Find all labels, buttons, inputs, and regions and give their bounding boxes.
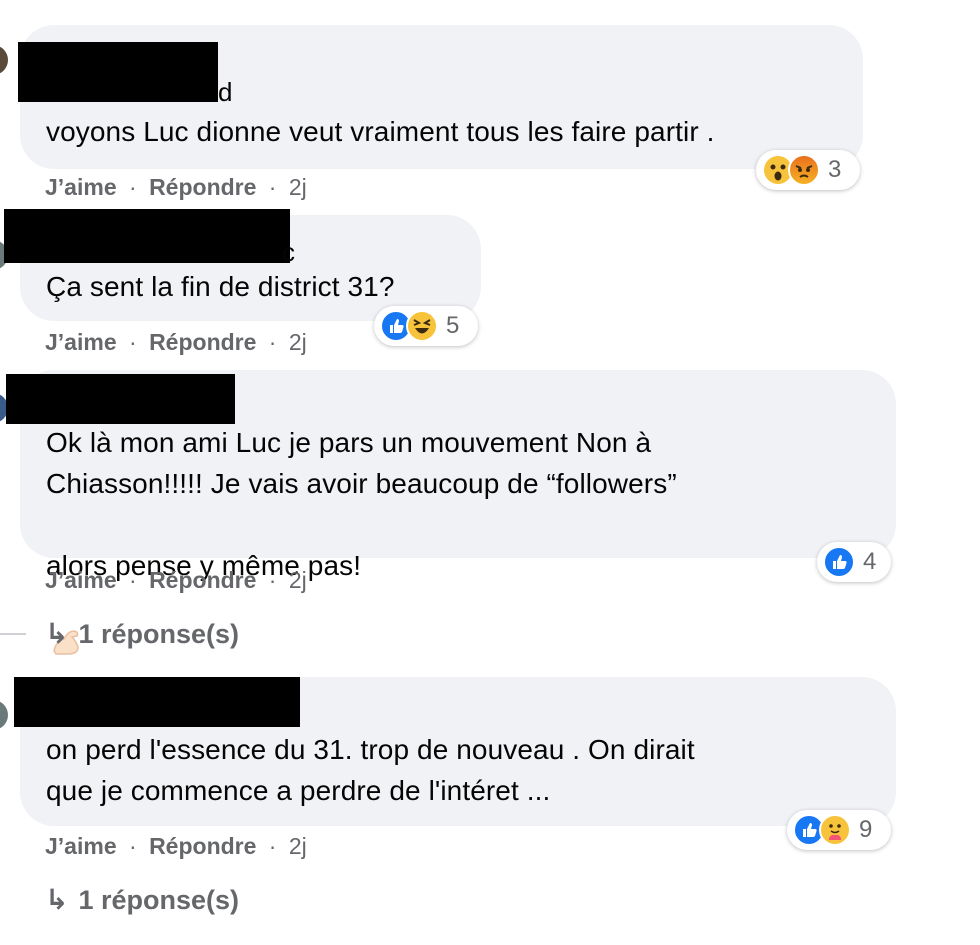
- replies-label: 1 réponse(s): [78, 619, 240, 649]
- reply-link[interactable]: Répondre: [149, 174, 256, 200]
- haha-reaction-icon: [406, 310, 438, 342]
- like-link[interactable]: J’aime: [45, 833, 117, 859]
- reply-link[interactable]: Répondre: [149, 833, 256, 859]
- comment-text-line-1: Ok là mon ami Luc je pars un mouvement N…: [46, 427, 652, 458]
- separator-dot: ·: [129, 567, 137, 593]
- reaction-count: 3: [828, 156, 842, 183]
- separator-dot: ·: [268, 567, 277, 593]
- redacted-author-name: [4, 209, 290, 263]
- reaction-summary[interactable]: 5: [374, 306, 478, 346]
- view-replies-link[interactable]: ↳ 1 réponse(s): [45, 883, 239, 916]
- comment-text: Ça sent la fin de district 31?: [46, 271, 395, 302]
- like-link[interactable]: J’aime: [45, 329, 117, 355]
- comment-actions: J’aime · Répondre · 2j: [45, 833, 307, 860]
- view-replies-link[interactable]: ↳ 1 réponse(s): [45, 617, 239, 650]
- author-name-fragment: c: [282, 237, 295, 267]
- separator-dot: ·: [129, 329, 137, 355]
- separator-dot: ·: [268, 833, 277, 859]
- care-reaction-icon: [819, 814, 851, 846]
- reaction-summary[interactable]: 3: [756, 150, 860, 190]
- timestamp-link[interactable]: 2j: [289, 833, 307, 859]
- author-name-fragment: d: [218, 77, 233, 107]
- reaction-summary[interactable]: 9: [787, 810, 891, 850]
- separator-dot: ·: [129, 833, 137, 859]
- redacted-author-name: [14, 677, 300, 727]
- avatar[interactable]: [0, 45, 8, 75]
- like-link[interactable]: J’aime: [45, 567, 117, 593]
- avatar[interactable]: [0, 700, 8, 730]
- comment-actions: J’aime · Répondre · 2j: [45, 174, 307, 201]
- timestamp-link[interactable]: 2j: [289, 174, 307, 200]
- comment-text-line-2: que je commence a perdre de l'intéret ..…: [46, 775, 551, 806]
- redacted-author-name: [18, 42, 218, 102]
- reply-link[interactable]: Répondre: [149, 329, 256, 355]
- replies-label: 1 réponse(s): [78, 885, 240, 915]
- reply-arrow-icon: ↳: [45, 884, 69, 915]
- comment-bubble: Ok là mon ami Luc je pars un mouvement N…: [6, 370, 896, 655]
- reaction-count: 4: [863, 548, 877, 575]
- reaction-count: 5: [446, 312, 460, 339]
- reaction-summary[interactable]: 4: [817, 542, 891, 582]
- reply-arrow-icon: ↳: [45, 618, 69, 649]
- like-link[interactable]: J’aime: [45, 174, 117, 200]
- comment-actions: J’aime · Répondre · 2j: [45, 567, 307, 594]
- comment-actions: J’aime · Répondre · 2j: [45, 329, 307, 356]
- angry-reaction-icon: [788, 154, 820, 186]
- comment-text-line-1: on perd l'essence du 31. trop de nouveau…: [46, 734, 695, 765]
- separator-dot: ·: [268, 174, 277, 200]
- reaction-count: 9: [859, 816, 873, 843]
- reply-link[interactable]: Répondre: [149, 567, 256, 593]
- separator-dot: ·: [129, 174, 137, 200]
- comment-bubble: on perd l'essence du 31. trop de nouveau…: [14, 677, 896, 826]
- timestamp-link[interactable]: 2j: [289, 567, 307, 593]
- separator-dot: ·: [268, 329, 277, 355]
- comment-text: voyons Luc dionne veut vraiment tous les…: [46, 116, 715, 147]
- timestamp-link[interactable]: 2j: [289, 329, 307, 355]
- comment-bubble: d voyons Luc dionne veut vraiment tous l…: [18, 25, 863, 169]
- comment-text-line-2: Chiasson!!!!! Je vais avoir beaucoup de …: [46, 468, 677, 499]
- thread-line: [0, 633, 26, 635]
- like-reaction-icon: [823, 546, 855, 578]
- redacted-author-name: [6, 374, 235, 424]
